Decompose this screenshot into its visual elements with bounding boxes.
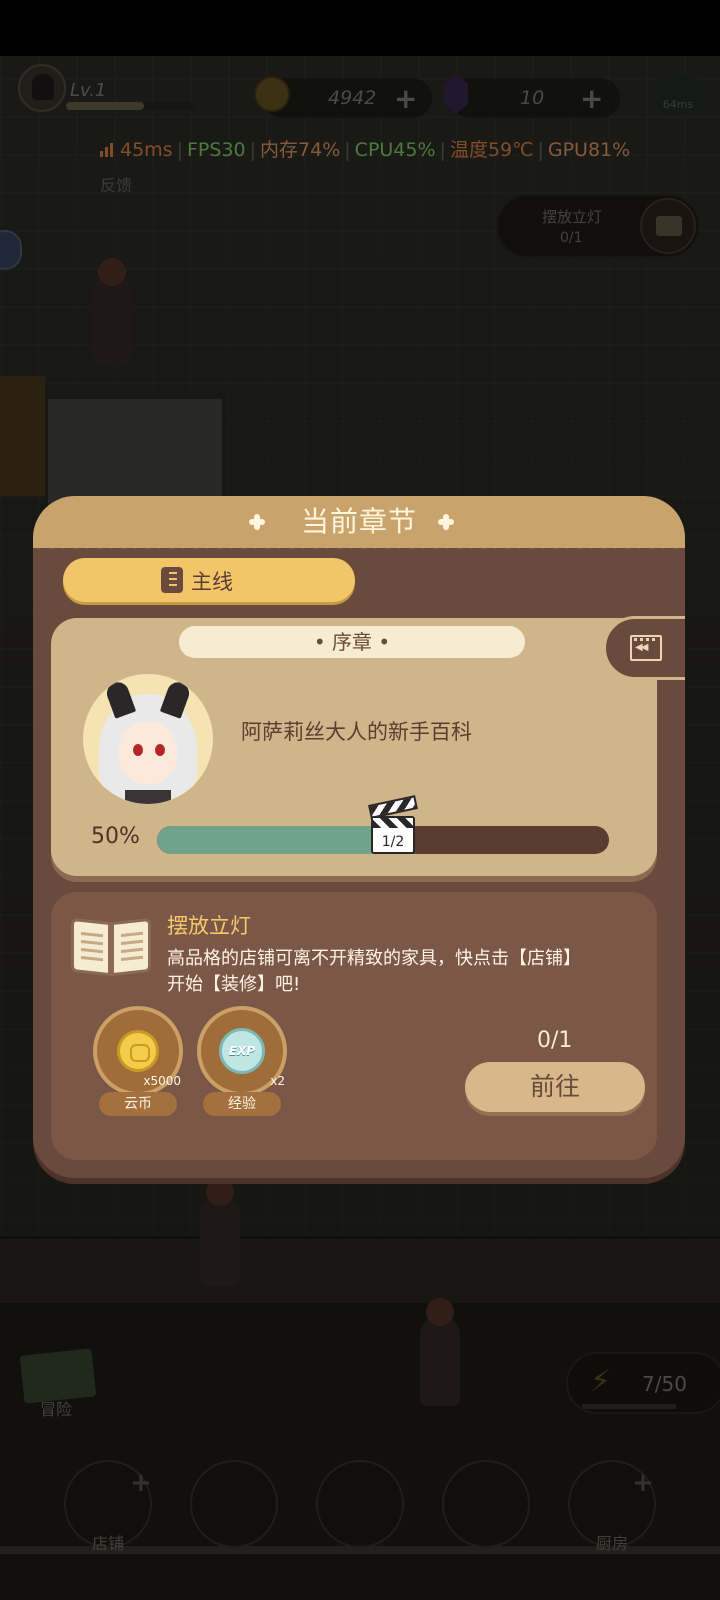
reward-label: 云币 [99,1092,177,1116]
chapter-progress-fill [157,826,383,854]
open-book-icon [71,917,153,982]
reward-cloud-coin[interactable]: x5000 云币 [93,1006,185,1116]
exp-icon: EXP [219,1028,265,1074]
reward-label: 经验 [203,1092,281,1116]
reward-qty: x5000 [143,1074,181,1088]
chapter-progress-percent: 50% [91,824,140,849]
chapter-step-count: 1/2 [381,834,405,850]
chapter-card: • 序章 • 阿萨莉丝大人的新手百科 50% 1/2 [51,618,657,876]
task-description: 高品格的店铺可离不开精致的家具，快点击【店铺】开始【装修】吧! [167,948,581,995]
chapter-name: 阿萨莉丝大人的新手百科 [241,720,472,744]
reward-exp[interactable]: EXP x2 经验 [197,1006,289,1116]
go-button[interactable]: 前往 [465,1062,645,1112]
task-title: 摆放立灯 [167,914,251,938]
clover-icon [438,514,454,530]
cloud-coin-icon [117,1030,159,1072]
film-rewind-icon [630,635,662,661]
clapperboard-icon: 1/2 [368,795,418,854]
reward-qty: x2 [270,1074,285,1088]
current-chapter-modal: 当前章节 主线 • 序章 • 阿萨莉丝大人的新手百科 50% 1/2 摆放立灯 … [33,496,685,1178]
tab-main-story[interactable]: 主线 [63,558,355,602]
chapter-tag: • 序章 • [179,626,525,658]
replay-video-button[interactable] [603,616,685,680]
modal-title: 当前章节 [300,505,417,538]
tab-main-story-label: 主线 [191,570,233,594]
task-card: 摆放立灯 高品格的店铺可离不开精致的家具，快点击【店铺】开始【装修】吧! x50… [51,892,657,1160]
notebook-icon [161,567,183,593]
task-progress: 0/1 [537,1028,573,1053]
modal-header: 当前章节 [33,496,685,554]
character-portrait [83,674,213,804]
